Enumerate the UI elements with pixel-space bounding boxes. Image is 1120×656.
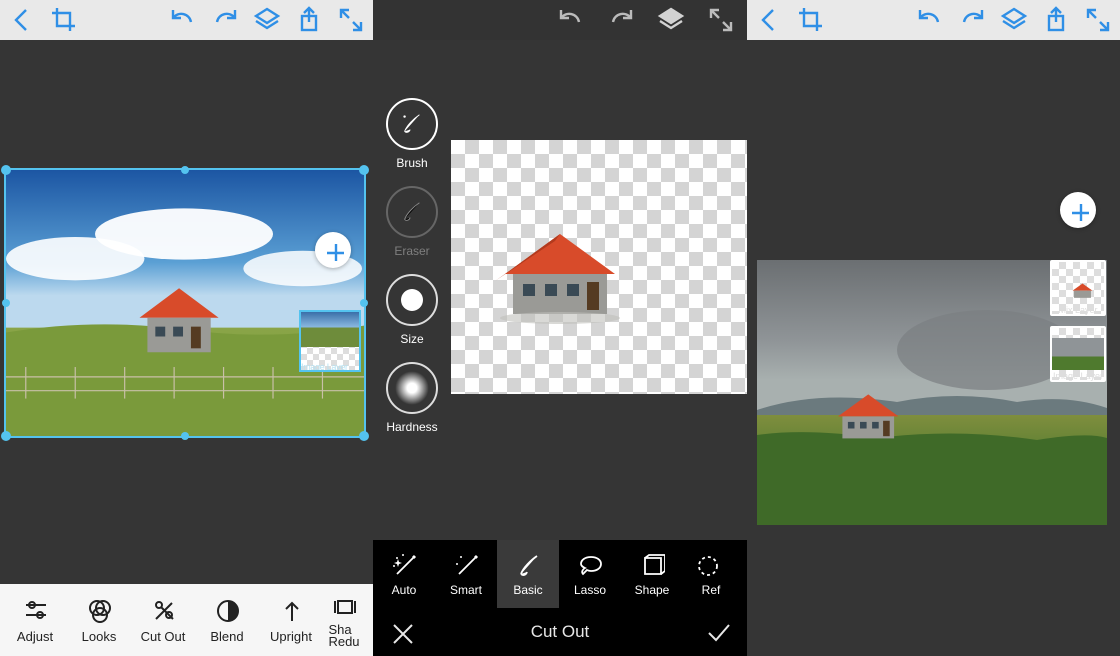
size-tool[interactable] — [386, 274, 438, 326]
resize-handle[interactable] — [2, 299, 10, 307]
canvas[interactable]: Mix Layer Image Layer — [747, 40, 1120, 656]
hardness-label: Hardness — [386, 420, 437, 434]
tool-cutout[interactable]: Cut Out — [132, 597, 194, 644]
redo-icon[interactable] — [958, 6, 986, 34]
expand-icon[interactable] — [707, 6, 735, 34]
tab-basic[interactable]: Basic — [497, 540, 559, 608]
layer-thumb-image[interactable]: Image Layer — [1050, 326, 1106, 382]
bottom-toolbar: Adjust Looks Cut Out Blend Upright ShaRe… — [0, 584, 373, 656]
tab-lasso[interactable]: Lasso — [559, 540, 621, 608]
tab-auto[interactable]: Auto — [373, 540, 435, 608]
resize-handle[interactable] — [360, 299, 368, 307]
redo-icon[interactable] — [211, 6, 239, 34]
cutout-tabs: Auto Smart Basic Lasso Shape Ref — [373, 540, 747, 608]
layer-label: Image Layer — [301, 362, 348, 372]
resize-handle[interactable] — [1, 165, 11, 175]
expand-icon[interactable] — [1084, 6, 1112, 34]
tool-looks[interactable]: Looks — [68, 597, 130, 644]
add-button[interactable] — [315, 232, 351, 268]
layers-icon[interactable] — [253, 6, 281, 34]
layers-panel: Mix Layer Image Layer — [1050, 260, 1106, 382]
topbar — [747, 0, 1120, 40]
canvas[interactable]: Image Layer — [0, 40, 373, 584]
cutout-titlebar: Cut Out — [373, 608, 747, 656]
brush-tool[interactable] — [386, 98, 438, 150]
close-icon[interactable] — [387, 618, 415, 646]
topbar-dark — [373, 0, 747, 40]
cutout-title: Cut Out — [531, 622, 590, 642]
panel-right: Mix Layer Image Layer — [747, 0, 1120, 656]
brush-tool-column: Brush Eraser Size Hardness — [379, 98, 445, 444]
panel-left: Image Layer Adjust Looks Cut Out Blend U… — [0, 0, 373, 656]
resize-handle[interactable] — [359, 431, 369, 441]
tab-smart[interactable]: Smart — [435, 540, 497, 608]
add-button[interactable] — [1060, 192, 1096, 228]
tool-upright[interactable]: Upright — [260, 597, 322, 644]
hardness-tool[interactable] — [386, 362, 438, 414]
canvas[interactable]: Brush Eraser Size Hardness — [373, 40, 747, 540]
crop-icon[interactable] — [797, 6, 825, 34]
share-icon[interactable] — [1042, 6, 1070, 34]
tab-shape[interactable]: Shape — [621, 540, 683, 608]
tab-refine[interactable]: Ref — [683, 540, 731, 608]
resize-handle[interactable] — [1, 431, 11, 441]
undo-icon[interactable] — [557, 6, 585, 34]
expand-icon[interactable] — [337, 6, 365, 34]
layers-icon[interactable] — [1000, 6, 1028, 34]
resize-handle[interactable] — [359, 165, 369, 175]
eraser-label: Eraser — [394, 244, 429, 258]
layer-label: Image Layer — [1052, 371, 1104, 381]
brush-label: Brush — [396, 156, 427, 170]
panel-center: Brush Eraser Size Hardness — [373, 0, 747, 656]
topbar — [0, 0, 373, 40]
redo-icon[interactable] — [607, 6, 635, 34]
resize-handle[interactable] — [181, 166, 189, 174]
selection-frame[interactable] — [4, 168, 366, 438]
tool-adjust[interactable]: Adjust — [4, 597, 66, 644]
photo-house — [6, 170, 364, 436]
back-icon[interactable] — [8, 6, 36, 34]
crop-icon[interactable] — [50, 6, 78, 34]
undo-icon[interactable] — [169, 6, 197, 34]
confirm-icon[interactable] — [705, 618, 733, 646]
layer-thumbnail[interactable]: Image Layer — [299, 310, 361, 372]
cutout-canvas[interactable] — [451, 140, 747, 394]
layer-thumb-mix[interactable]: Mix Layer — [1050, 260, 1106, 316]
tool-shake-reduction[interactable]: ShaRedu — [324, 592, 364, 648]
eraser-tool[interactable] — [386, 186, 438, 238]
share-icon[interactable] — [295, 6, 323, 34]
cutout-house — [485, 226, 635, 326]
resize-handle[interactable] — [181, 432, 189, 440]
tool-blend[interactable]: Blend — [196, 597, 258, 644]
layer-label: Mix Layer — [1052, 305, 1104, 315]
undo-icon[interactable] — [916, 6, 944, 34]
back-icon[interactable] — [755, 6, 783, 34]
size-label: Size — [400, 332, 423, 346]
layers-icon[interactable] — [657, 6, 685, 34]
